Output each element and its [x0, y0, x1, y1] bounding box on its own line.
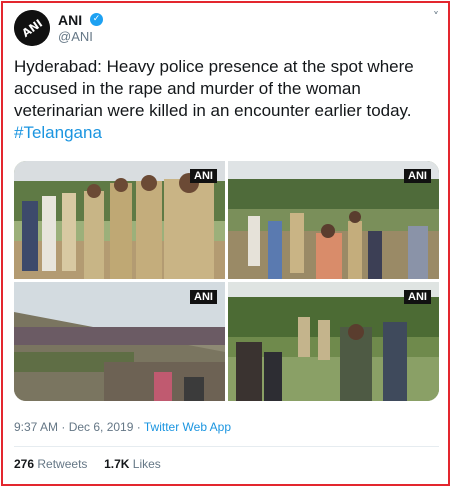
source-link[interactable]: Twitter Web App: [144, 420, 231, 434]
ani-watermark: ANI: [190, 290, 217, 304]
hashtag-link[interactable]: #Telangana: [14, 123, 102, 142]
ani-watermark: ANI: [190, 169, 217, 183]
author-name[interactable]: ANI: [58, 12, 82, 28]
author-handle[interactable]: @ANI: [58, 29, 93, 44]
verified-badge-icon: ✓: [90, 13, 103, 26]
avatar[interactable]: ANI: [14, 10, 50, 46]
tweet-metadata: 9:37 AM · Dec 6, 2019 · Twitter Web App: [14, 420, 231, 434]
retweets-label: Retweets: [37, 457, 88, 471]
retweets-count: 276: [14, 457, 35, 471]
likes-stat[interactable]: 1.7K Likes: [104, 457, 161, 471]
ani-watermark: ANI: [404, 290, 431, 304]
ani-watermark: ANI: [404, 169, 431, 183]
media-grid: ANI ANI ANI ANI: [14, 161, 439, 401]
media-photo-2[interactable]: ANI: [228, 161, 439, 279]
likes-count: 1.7K: [104, 457, 130, 471]
media-photo-1[interactable]: ANI: [14, 161, 225, 279]
divider: [14, 446, 439, 447]
tweet-text: Hyderabad: Heavy police presence at the …: [14, 56, 434, 144]
tweet-timestamp[interactable]: 9:37 AM · Dec 6, 2019 ·: [14, 420, 144, 434]
tweet-header: ANI ANI ✓ @ANI ˅: [14, 10, 439, 48]
chevron-down-icon[interactable]: ˅: [433, 10, 439, 24]
tweet-stats: 276 Retweets 1.7K Likes: [14, 457, 161, 471]
media-photo-4[interactable]: ANI: [228, 282, 439, 401]
media-photo-3[interactable]: ANI: [14, 282, 225, 401]
tweet-body: Hyderabad: Heavy police presence at the …: [14, 57, 414, 120]
retweets-stat[interactable]: 276 Retweets: [14, 457, 87, 471]
likes-label: Likes: [132, 457, 161, 471]
ani-logo-icon: ANI: [14, 10, 50, 46]
